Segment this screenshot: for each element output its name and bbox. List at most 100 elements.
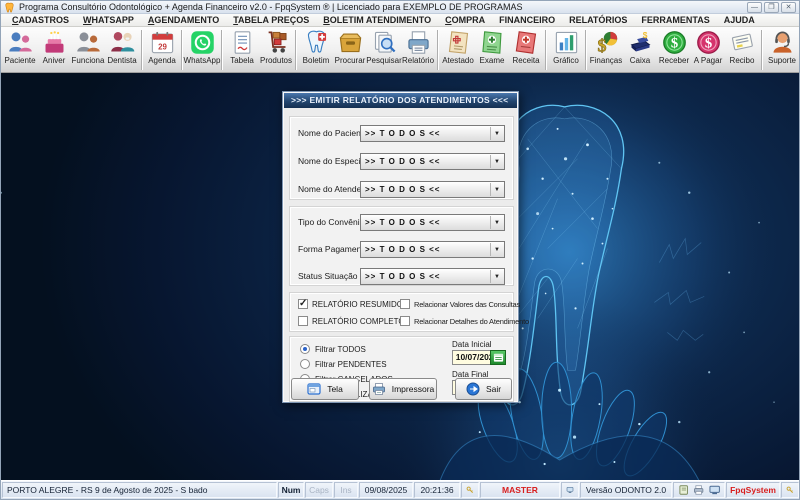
menu-whatsapp[interactable]: WHATSAPP	[76, 15, 141, 25]
chevron-down-icon: ▼	[490, 155, 503, 168]
start-date-calendar-button[interactable]	[490, 350, 506, 365]
radio-filtrar-pendentes[interactable]: Filtrar PENDENTES	[300, 359, 387, 369]
svg-text:29: 29	[158, 42, 167, 51]
radio-filtrar-todos[interactable]: Filtrar TODOS	[300, 344, 366, 354]
toolbar-separator	[761, 30, 763, 70]
status-caps: Caps	[305, 482, 333, 498]
status-bar: PORTO ALEGRE - RS 9 de Agosto de 2025 - …	[1, 480, 799, 499]
toolbar-separator	[545, 30, 547, 70]
price-table-icon	[229, 29, 256, 56]
checkbox-unchecked-icon	[400, 299, 410, 309]
toolbar-receita[interactable]: Receita	[509, 28, 543, 72]
emitir-relatorio-dialog: >>> EMITIR RELATÓRIO DOS ATENDIMENTOS <<…	[282, 91, 519, 403]
report-type-group: RELATÓRIO RESUMIDO RELATÓRIO COMPLETO Re…	[289, 292, 514, 332]
checkbox-checked-icon	[298, 299, 308, 309]
toolbar-relatorio[interactable]: Relatório	[401, 28, 435, 72]
toolbar-label: Finanças	[590, 56, 622, 65]
menu-financeiro[interactable]: FINANCEIRO	[492, 15, 562, 25]
printer-icon	[693, 484, 704, 496]
menu-compra[interactable]: COMPRA	[438, 15, 492, 25]
toolbar-agenda[interactable]: 29 Agenda	[145, 28, 179, 72]
sair-button[interactable]: Sair	[455, 378, 512, 400]
exam-note-icon	[479, 29, 506, 56]
specialist-name-value: >> T O D O S <<	[361, 157, 490, 166]
status-select[interactable]: >> T O D O S << ▼	[360, 268, 505, 285]
status-ins: Ins	[334, 482, 358, 498]
toolbar-procurar[interactable]: Procurar	[333, 28, 367, 72]
names-group: Nome do Paciente >> T O D O S << ▼ Nome …	[289, 116, 514, 200]
toolbar-caixa[interactable]: $ Caixa	[623, 28, 657, 72]
toolbar-dentista[interactable]: Dentista	[105, 28, 139, 72]
patients-icon	[7, 29, 34, 56]
key-icon	[781, 482, 799, 498]
toolbar-separator	[141, 30, 143, 70]
report-printer-icon	[405, 29, 432, 56]
toolbar-a-pagar[interactable]: $ A Pagar	[691, 28, 725, 72]
menu-tabela-precos[interactable]: TABELA PREÇOS	[226, 15, 316, 25]
impressora-button[interactable]: Impressora	[369, 378, 437, 400]
products-cart-icon	[263, 29, 290, 56]
attendant-name-value: >> T O D O S <<	[361, 185, 490, 194]
toolbar-label: Gráfico	[553, 56, 579, 65]
toolbar-pesquisar[interactable]: Pesquisar	[367, 28, 401, 72]
toolbar-label: Receita	[512, 56, 539, 65]
toolbar-label: Dentista	[107, 56, 136, 65]
filters-group: Tipo do Convênio >> T O D O S << ▼ Forma…	[289, 206, 514, 286]
patient-name-select[interactable]: >> T O D O S << ▼	[360, 125, 505, 142]
menu-agendamento[interactable]: AGENDAMENTO	[141, 15, 226, 25]
calendar-icon	[493, 352, 504, 363]
toolbar-label: Paciente	[4, 56, 35, 65]
receipt-icon	[729, 29, 756, 56]
menu-ajuda[interactable]: AJUDA	[717, 15, 762, 25]
toolbar-label: Produtos	[260, 56, 292, 65]
screen-icon	[307, 382, 321, 396]
status-location: PORTO ALEGRE - RS 9 de Agosto de 2025 - …	[2, 482, 277, 498]
prescription-note-icon	[513, 29, 540, 56]
toolbar-receber[interactable]: $ Receber	[657, 28, 691, 72]
payment-method-select[interactable]: >> T O D O S << ▼	[360, 241, 505, 258]
specialist-name-select[interactable]: >> T O D O S << ▼	[360, 153, 505, 170]
insurance-type-label: Tipo do Convênio	[298, 217, 364, 227]
attendant-name-select[interactable]: >> T O D O S << ▼	[360, 181, 505, 198]
toolbar-recibo[interactable]: Recibo	[725, 28, 759, 72]
toolbar-boletim[interactable]: Boletim	[299, 28, 333, 72]
toolbar-label: Agenda	[148, 56, 176, 65]
chevron-down-icon: ▼	[490, 270, 503, 283]
toolbar-separator	[221, 30, 223, 70]
checkbox-relacionar-valores[interactable]: Relacionar Valores das Consultas	[400, 299, 520, 309]
checkbox-relacionar-detalhes[interactable]: Relacionar Detalhes do Atendimento	[400, 316, 529, 326]
toolbar-produtos[interactable]: Produtos	[259, 28, 293, 72]
payment-method-label: Forma Pagamento	[298, 244, 368, 254]
status-version: Versão ODONTO 2.0	[580, 482, 672, 498]
toolbar-aniver[interactable]: Aniver	[37, 28, 71, 72]
menu-boletim-atendimento[interactable]: BOLETIM ATENDIMENTO	[316, 15, 438, 25]
toolbar-grafico[interactable]: Gráfico	[549, 28, 583, 72]
toolbar-label: Boletim	[303, 56, 330, 65]
toolbar-funciona[interactable]: Funciona	[71, 28, 105, 72]
status-time: 20:21:36	[414, 482, 460, 498]
tela-button[interactable]: Tela	[291, 378, 359, 400]
toolbar-label: Suporte	[768, 56, 796, 65]
toolbar-label: Tabela	[230, 56, 254, 65]
radio-selected-icon	[300, 344, 310, 354]
close-button[interactable]: ✕	[781, 2, 796, 13]
menu-relatorios[interactable]: RELATÓRIOS	[562, 15, 634, 25]
toolbar-paciente[interactable]: Paciente	[3, 28, 37, 72]
toolbar-financas[interactable]: $ Finanças	[589, 28, 623, 72]
toolbar-suporte[interactable]: Suporte	[765, 28, 799, 72]
toolbar-exame[interactable]: Exame	[475, 28, 509, 72]
insurance-type-select[interactable]: >> T O D O S << ▼	[360, 214, 505, 231]
checkbox-relatorio-completo[interactable]: RELATÓRIO COMPLETO	[298, 316, 405, 326]
menu-cadastros[interactable]: CADASTROS	[5, 15, 76, 25]
dialog-title-bar[interactable]: >>> EMITIR RELATÓRIO DOS ATENDIMENTOS <<…	[284, 93, 517, 108]
restore-button[interactable]: ❐	[764, 2, 779, 13]
toolbar-tabela[interactable]: Tabela	[225, 28, 259, 72]
svg-text:$: $	[642, 30, 647, 40]
checkbox-relatorio-resumido[interactable]: RELATÓRIO RESUMIDO	[298, 299, 403, 309]
window-title: Programa Consultório Odontológico + Agen…	[19, 2, 747, 12]
toolbar-atestado[interactable]: Atestado	[441, 28, 475, 72]
whatsapp-icon	[189, 29, 216, 56]
menu-ferramentas[interactable]: FERRAMENTAS	[634, 15, 716, 25]
minimize-button[interactable]: —	[747, 2, 762, 13]
toolbar-whatsapp[interactable]: WhatsApp	[185, 28, 219, 72]
